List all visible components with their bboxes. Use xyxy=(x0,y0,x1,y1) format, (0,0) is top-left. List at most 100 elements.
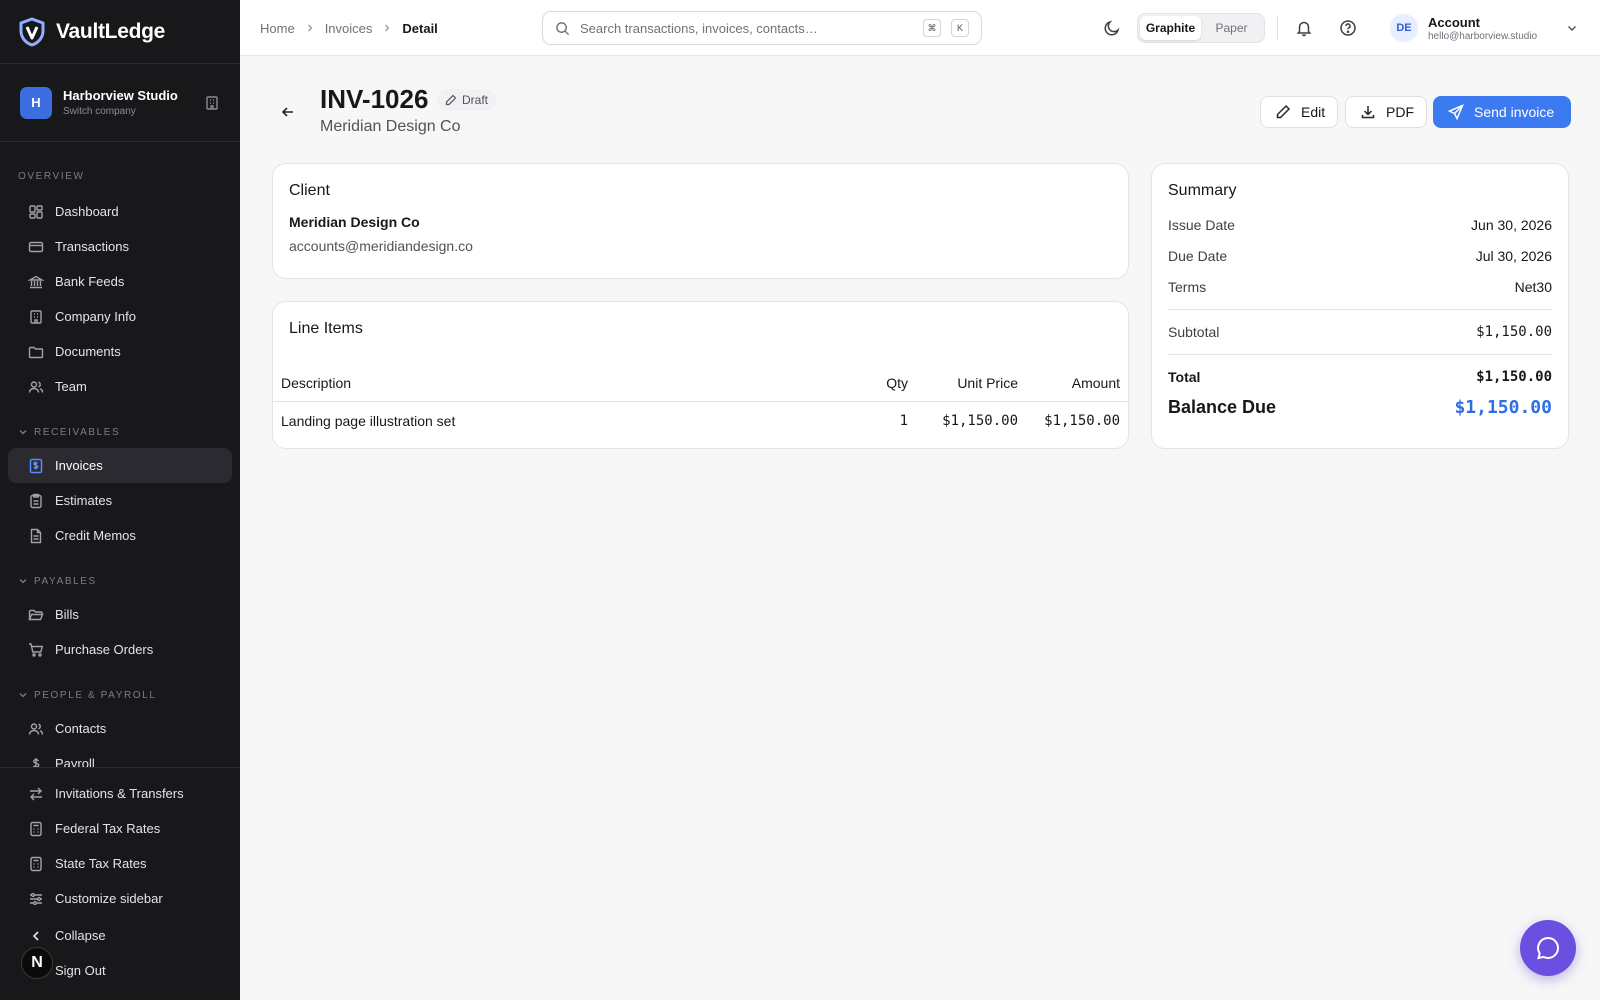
back-arrow-icon[interactable] xyxy=(276,100,300,124)
bell-icon[interactable] xyxy=(1292,16,1316,40)
breadcrumb-home[interactable]: Home xyxy=(260,21,295,36)
breadcrumb-current: Detail xyxy=(402,20,438,36)
section-label-payables[interactable]: Payables xyxy=(0,571,240,591)
sidebar-item-transactions[interactable]: Transactions xyxy=(8,229,232,264)
grid-icon xyxy=(28,204,44,220)
summary-terms: Terms Net30 xyxy=(1168,279,1552,295)
brand[interactable]: VaultLedge xyxy=(0,0,240,64)
n-badge-button[interactable]: N xyxy=(21,947,53,979)
brand-name: VaultLedge xyxy=(56,19,166,43)
chevron-left-icon xyxy=(28,928,44,944)
search-input[interactable]: Search transactions, invoices, contacts…… xyxy=(542,11,982,45)
cell-description: Landing page illustration set xyxy=(281,413,456,429)
sidebar-item-payroll[interactable]: Payroll xyxy=(8,746,232,767)
sidebar: VaultLedge H Harborview Studio Switch co… xyxy=(0,0,240,1000)
sidebar-item-documents[interactable]: Documents xyxy=(8,334,232,369)
breadcrumb-invoices[interactable]: Invoices xyxy=(325,21,373,36)
chevron-down-icon xyxy=(18,690,28,700)
bank-icon xyxy=(28,274,44,290)
users-icon xyxy=(28,379,44,395)
shortcut-key-k: K xyxy=(951,19,969,37)
theme-option-graphite[interactable]: Graphite xyxy=(1140,16,1201,40)
table-header: Description Qty Unit Price Amount xyxy=(273,364,1128,402)
building-icon[interactable] xyxy=(204,95,220,111)
download-icon xyxy=(1360,104,1376,120)
chevron-right-icon xyxy=(305,23,315,33)
sidebar-item-purchase-orders[interactable]: Purchase Orders xyxy=(8,632,232,667)
invoice-client-name: Meridian Design Co xyxy=(320,118,461,135)
account-email: hello@harborview.studio xyxy=(1428,30,1538,42)
theme-toggle: Graphite Paper xyxy=(1137,13,1265,43)
sidebar-item-federal-tax-rates[interactable]: Federal Tax Rates xyxy=(8,811,232,846)
client-name: Meridian Design Co xyxy=(289,214,420,230)
transfer-icon xyxy=(28,786,44,802)
sidebar-item-contacts[interactable]: Contacts xyxy=(8,711,232,746)
summary-due-date: Due Date Jul 30, 2026 xyxy=(1168,248,1552,264)
help-icon[interactable] xyxy=(1336,16,1360,40)
calculator-icon xyxy=(28,856,44,872)
chevron-right-icon xyxy=(382,23,392,33)
sidebar-item-bank-feeds[interactable]: Bank Feeds xyxy=(8,264,232,299)
line-items-card: Line Items Description Qty Unit Price Am… xyxy=(272,301,1129,449)
line-items-title: Line Items xyxy=(289,320,363,337)
sidebar-item-dashboard[interactable]: Dashboard xyxy=(8,194,232,229)
column-header-amount: Amount xyxy=(1071,374,1120,391)
sliders-icon xyxy=(28,891,44,907)
summary-card: Summary Issue Date Jun 30, 2026 Due Date… xyxy=(1151,163,1569,449)
avatar: DE xyxy=(1390,14,1418,42)
pencil-icon xyxy=(1275,104,1291,120)
sidebar-item-invoices[interactable]: Invoices xyxy=(8,448,232,483)
search-placeholder: Search transactions, invoices, contacts… xyxy=(580,20,818,36)
cell-amount: $1,150.00 xyxy=(1044,413,1120,429)
pencil-icon xyxy=(445,94,457,106)
table-row: Landing page illustration set 1 $1,150.0… xyxy=(273,402,1128,440)
edit-button[interactable]: Edit xyxy=(1260,96,1339,128)
sidebar-item-estimates[interactable]: Estimates xyxy=(8,483,232,518)
folder-icon xyxy=(28,344,44,360)
client-card: Client Meridian Design Co accounts@merid… xyxy=(272,163,1129,279)
send-icon xyxy=(1448,104,1464,120)
client-email: accounts@meridiandesign.co xyxy=(289,238,473,254)
cart-icon xyxy=(28,642,44,658)
column-header-description: Description xyxy=(281,374,352,391)
column-header-qty: Qty xyxy=(886,374,908,391)
status-badge[interactable]: Draft xyxy=(437,89,497,111)
summary-issue-date: Issue Date Jun 30, 2026 xyxy=(1168,217,1552,233)
sidebar-item-invitations-transfers[interactable]: Invitations & Transfers xyxy=(8,776,232,811)
pdf-button[interactable]: PDF xyxy=(1345,96,1427,128)
send-invoice-button[interactable]: Send invoice xyxy=(1433,96,1572,128)
section-label-people-payroll[interactable]: People & Payroll xyxy=(0,685,240,705)
shield-logo-icon xyxy=(18,16,46,47)
section-label-overview: Overview xyxy=(18,170,85,182)
theme-option-paper[interactable]: Paper xyxy=(1201,16,1262,40)
sidebar-item-customize-sidebar[interactable]: Customize sidebar xyxy=(8,881,232,916)
users-icon xyxy=(28,721,44,737)
invoice-number: INV-1026 xyxy=(320,84,429,114)
clipboard-icon xyxy=(28,493,44,509)
file-icon xyxy=(28,528,44,544)
chat-bubble-icon xyxy=(1535,935,1561,961)
moon-icon[interactable] xyxy=(1100,16,1124,40)
summary-total: Total $1,150.00 xyxy=(1168,369,1552,385)
sidebar-item-state-tax-rates[interactable]: State Tax Rates xyxy=(8,846,232,881)
sidebar-item-bills[interactable]: Bills xyxy=(8,597,232,632)
cell-qty: 1 xyxy=(899,413,908,429)
summary-title: Summary xyxy=(1168,182,1237,199)
section-label-receivables[interactable]: Receivables xyxy=(0,422,240,442)
company-avatar: H xyxy=(20,86,52,119)
summary-subtotal: Subtotal $1,150.00 xyxy=(1168,324,1552,340)
company-name: Harborview Studio xyxy=(63,88,178,103)
sidebar-item-credit-memos[interactable]: Credit Memos xyxy=(8,518,232,553)
column-header-unit-price: Unit Price xyxy=(957,374,1018,391)
summary-divider xyxy=(1168,354,1552,355)
chevron-down-icon xyxy=(1566,22,1578,34)
account-menu[interactable]: DE Account hello@harborview.studio xyxy=(1390,12,1578,44)
sidebar-item-team[interactable]: Team xyxy=(8,369,232,404)
chat-button[interactable] xyxy=(1520,920,1576,976)
sidebar-item-company-info[interactable]: Company Info xyxy=(8,299,232,334)
topbar-divider xyxy=(1277,16,1278,40)
topbar: Home Invoices Detail Search transactions… xyxy=(240,0,1600,56)
chevron-down-icon xyxy=(18,576,28,586)
company-switcher[interactable]: H Harborview Studio Switch company xyxy=(0,64,240,142)
sidebar-nav: Overview Dashboard Transactions Bank Fee… xyxy=(0,142,240,767)
